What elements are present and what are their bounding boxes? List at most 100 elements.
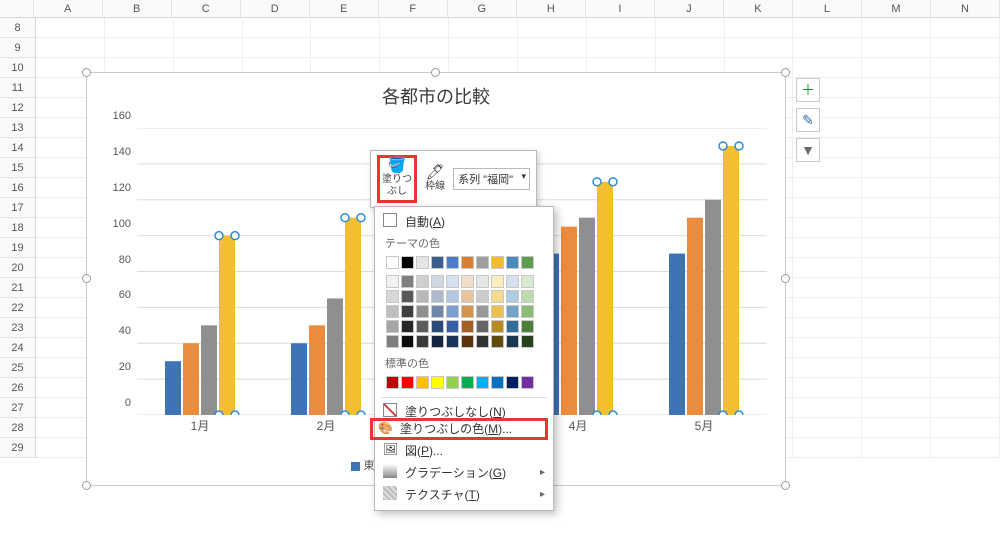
color-swatch[interactable] xyxy=(446,275,459,288)
col-header-D[interactable]: D xyxy=(241,0,310,17)
color-swatch[interactable] xyxy=(446,376,459,389)
color-swatch[interactable] xyxy=(416,256,429,269)
resize-handle[interactable] xyxy=(431,68,440,77)
x-tick[interactable]: 5月 xyxy=(641,417,767,435)
row-header-29[interactable]: 29 xyxy=(0,438,36,458)
color-swatch[interactable] xyxy=(461,305,474,318)
color-swatch[interactable] xyxy=(521,256,534,269)
resize-handle[interactable] xyxy=(781,274,790,283)
color-swatch[interactable] xyxy=(386,376,399,389)
col-header-E[interactable]: E xyxy=(310,0,379,17)
row-header-21[interactable]: 21 xyxy=(0,278,36,298)
row-header-28[interactable]: 28 xyxy=(0,418,36,438)
color-swatch[interactable] xyxy=(476,290,489,303)
row-header-20[interactable]: 20 xyxy=(0,258,36,278)
y-axis[interactable]: 020406080100120140160 xyxy=(101,128,135,415)
row-header-13[interactable]: 13 xyxy=(0,118,36,138)
color-swatch[interactable] xyxy=(416,376,429,389)
color-swatch[interactable] xyxy=(386,275,399,288)
color-swatch[interactable] xyxy=(476,320,489,333)
color-swatch[interactable] xyxy=(506,335,519,348)
bar-大阪-1月[interactable] xyxy=(183,343,199,415)
row-header-8[interactable]: 8 xyxy=(0,18,36,38)
col-header-N[interactable]: N xyxy=(931,0,1000,17)
color-swatch[interactable] xyxy=(431,335,444,348)
color-swatch[interactable] xyxy=(491,376,504,389)
col-header-J[interactable]: J xyxy=(655,0,724,17)
color-swatch[interactable] xyxy=(416,290,429,303)
col-header-H[interactable]: H xyxy=(517,0,586,17)
color-swatch[interactable] xyxy=(461,256,474,269)
col-header-F[interactable]: F xyxy=(379,0,448,17)
row-header-26[interactable]: 26 xyxy=(0,378,36,398)
col-header-L[interactable]: L xyxy=(793,0,862,17)
bar-東京-5月[interactable] xyxy=(669,254,685,415)
bar-大阪-2月[interactable] xyxy=(309,325,325,415)
row-header-23[interactable]: 23 xyxy=(0,318,36,338)
row-header-16[interactable]: 16 xyxy=(0,178,36,198)
bar-名古屋-2月[interactable] xyxy=(327,298,343,415)
chart-elements-button[interactable]: ＋ xyxy=(796,78,820,102)
column-headers[interactable]: ABCDEFGHIJKLMN xyxy=(0,0,1000,18)
bar-福岡-1月[interactable] xyxy=(219,236,235,415)
color-swatch[interactable] xyxy=(401,335,414,348)
color-swatch[interactable] xyxy=(521,376,534,389)
color-swatch[interactable] xyxy=(476,335,489,348)
outline-button[interactable]: 🖊 枠線 xyxy=(423,163,447,195)
color-swatch[interactable] xyxy=(446,290,459,303)
color-swatch[interactable] xyxy=(431,376,444,389)
row-header-9[interactable]: 9 xyxy=(0,38,36,58)
bar-名古屋-4月[interactable] xyxy=(579,218,595,415)
color-swatch[interactable] xyxy=(386,290,399,303)
color-swatch[interactable] xyxy=(521,275,534,288)
auto-fill-item[interactable]: 自動(A) xyxy=(375,211,553,233)
color-swatch[interactable] xyxy=(506,275,519,288)
col-header-C[interactable]: C xyxy=(172,0,241,17)
resize-handle[interactable] xyxy=(82,274,91,283)
color-swatch[interactable] xyxy=(461,290,474,303)
bar-福岡-5月[interactable] xyxy=(723,146,739,415)
col-header-I[interactable]: I xyxy=(586,0,655,17)
color-swatch[interactable] xyxy=(491,320,504,333)
color-swatch[interactable] xyxy=(461,376,474,389)
color-swatch[interactable] xyxy=(401,305,414,318)
color-swatch[interactable] xyxy=(431,320,444,333)
color-swatch[interactable] xyxy=(461,320,474,333)
color-swatch[interactable] xyxy=(431,256,444,269)
x-tick[interactable]: 1月 xyxy=(137,417,263,435)
color-swatch[interactable] xyxy=(491,256,504,269)
row-header-18[interactable]: 18 xyxy=(0,218,36,238)
color-swatch[interactable] xyxy=(491,290,504,303)
texture-fill-item[interactable]: テクスチャ(T) xyxy=(375,484,553,506)
color-swatch[interactable] xyxy=(446,305,459,318)
chart-title[interactable]: 各都市の比較 xyxy=(87,73,785,113)
resize-handle[interactable] xyxy=(82,481,91,490)
gradient-fill-item[interactable]: グラデーション(G) xyxy=(375,462,553,484)
color-swatch[interactable] xyxy=(521,320,534,333)
resize-handle[interactable] xyxy=(82,68,91,77)
color-swatch[interactable] xyxy=(521,290,534,303)
color-swatch[interactable] xyxy=(476,256,489,269)
bar-東京-2月[interactable] xyxy=(291,343,307,415)
row-header-12[interactable]: 12 xyxy=(0,98,36,118)
col-header-A[interactable]: A xyxy=(34,0,103,17)
color-swatch[interactable] xyxy=(476,275,489,288)
color-swatch[interactable] xyxy=(461,275,474,288)
standard-color-swatches[interactable] xyxy=(375,373,553,394)
color-swatch[interactable] xyxy=(506,376,519,389)
theme-color-swatches[interactable] xyxy=(375,253,553,353)
chart-styles-button[interactable]: ✎ xyxy=(796,108,820,132)
bar-東京-1月[interactable] xyxy=(165,361,181,415)
color-swatch[interactable] xyxy=(491,335,504,348)
color-swatch[interactable] xyxy=(491,275,504,288)
bar-福岡-4月[interactable] xyxy=(597,182,613,415)
bar-名古屋-5月[interactable] xyxy=(705,200,721,415)
color-swatch[interactable] xyxy=(401,275,414,288)
bar-福岡-2月[interactable] xyxy=(345,218,361,415)
resize-handle[interactable] xyxy=(781,68,790,77)
color-swatch[interactable] xyxy=(446,320,459,333)
color-swatch[interactable] xyxy=(431,275,444,288)
col-header-G[interactable]: G xyxy=(448,0,517,17)
row-header-27[interactable]: 27 xyxy=(0,398,36,418)
row-header-11[interactable]: 11 xyxy=(0,78,36,98)
